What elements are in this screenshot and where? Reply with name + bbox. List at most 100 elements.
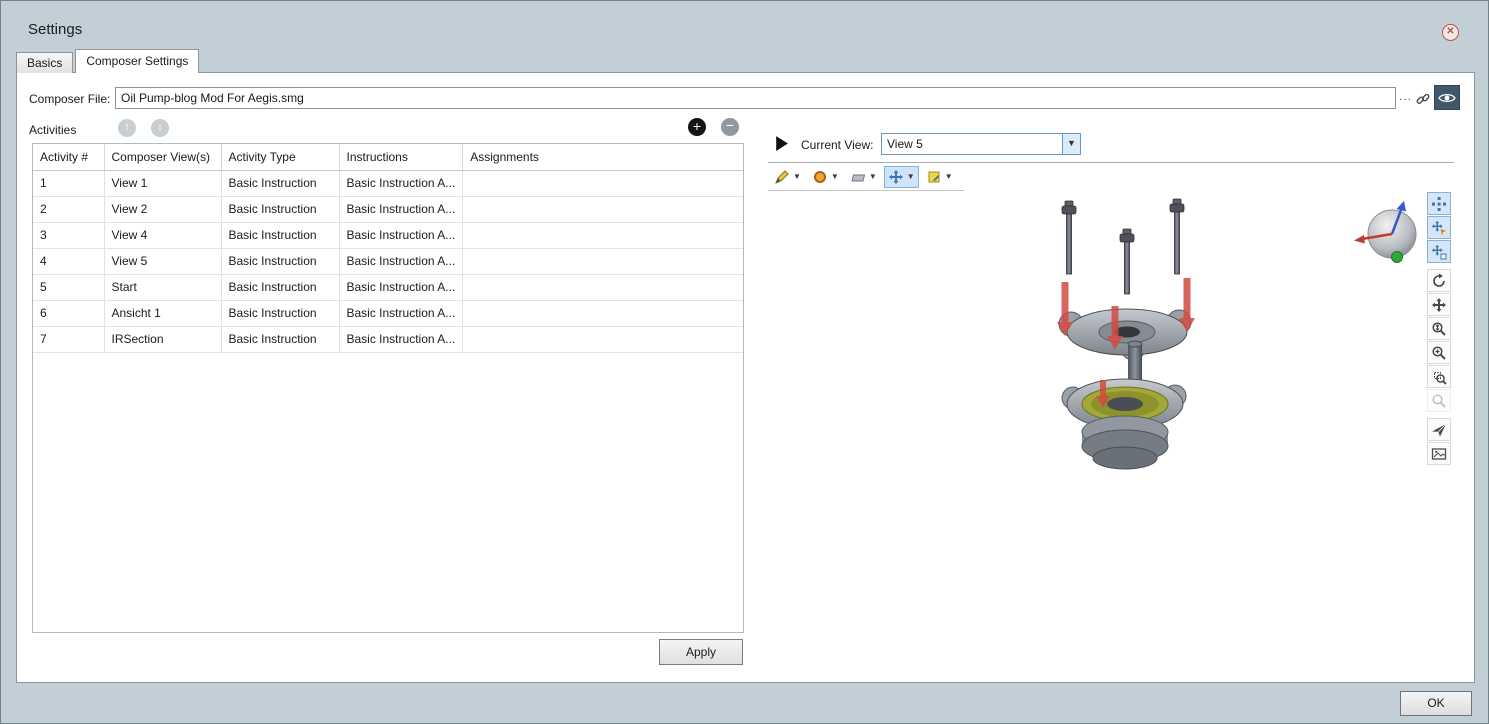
table-cell: Basic Instruction: [221, 222, 339, 248]
table-cell: Basic Instruction: [221, 274, 339, 300]
highlight-tool-button[interactable]: ▼: [922, 166, 957, 188]
table-cell: 7: [33, 326, 104, 352]
table-cell: View 1: [104, 170, 221, 196]
zoom-window-button[interactable]: [1427, 365, 1451, 388]
pan-view-icon: [1431, 297, 1447, 313]
zoom-in-button[interactable]: [1427, 341, 1451, 364]
add-activity-button[interactable]: +: [688, 118, 706, 136]
annotation-toolbar: ▼ ▼ ▼ ▼: [768, 165, 964, 191]
eye-icon: [1438, 92, 1456, 104]
browse-button[interactable]: ...: [1397, 87, 1414, 109]
table-cell: IRSection: [104, 326, 221, 352]
table-cell: View 4: [104, 222, 221, 248]
table-cell: Start: [104, 274, 221, 300]
column-header-activity-number[interactable]: Activity #: [33, 144, 104, 170]
table-cell: Basic Instruction A...: [339, 222, 463, 248]
select-manipulator-icon: [1431, 196, 1447, 212]
play-button[interactable]: [770, 132, 792, 154]
pen-tool-icon: [774, 169, 790, 185]
table-cell: Basic Instruction: [221, 326, 339, 352]
pen-tool-button[interactable]: ▼: [770, 166, 805, 188]
table-cell: 5: [33, 274, 104, 300]
shape-tool-button[interactable]: ▼: [808, 166, 843, 188]
table-cell: 2: [33, 196, 104, 222]
play-icon: [773, 135, 790, 152]
table-row[interactable]: 6Ansicht 1Basic InstructionBasic Instruc…: [33, 300, 743, 326]
move-tool-button[interactable]: ▼: [884, 166, 919, 188]
table-cell: [463, 300, 743, 326]
move-activity-up-button[interactable]: ↑: [118, 119, 136, 137]
table-cell: [463, 326, 743, 352]
table-cell: Basic Instruction: [221, 196, 339, 222]
table-row[interactable]: 5StartBasic InstructionBasic Instruction…: [33, 274, 743, 300]
table-row[interactable]: 2View 2Basic InstructionBasic Instructio…: [33, 196, 743, 222]
tab-basics[interactable]: Basics: [16, 52, 73, 73]
snapshot-button[interactable]: [1427, 442, 1451, 465]
remove-activity-button[interactable]: −: [721, 118, 739, 136]
pan-view-button[interactable]: [1427, 293, 1451, 316]
activities-label: Activities: [29, 123, 76, 137]
current-view-dropdown[interactable]: View 5 ▼: [881, 133, 1081, 155]
table-cell: View 2: [104, 196, 221, 222]
move-tool-icon: [888, 169, 904, 185]
snapshot-icon: [1431, 446, 1447, 462]
oil-pump-model: [1007, 194, 1247, 474]
column-header-assignments[interactable]: Assignments: [463, 144, 743, 170]
table-row[interactable]: 7IRSectionBasic InstructionBasic Instruc…: [33, 326, 743, 352]
table-cell: 4: [33, 248, 104, 274]
zoom-window-icon: [1431, 369, 1447, 385]
eraser-tool-icon: [850, 169, 866, 185]
table-cell: [463, 170, 743, 196]
column-header-activity-type[interactable]: Activity Type: [221, 144, 339, 170]
current-view-label: Current View:: [801, 138, 873, 152]
zoom-in-icon: [1431, 345, 1447, 361]
apply-button[interactable]: Apply: [659, 639, 743, 665]
table-cell: Basic Instruction: [221, 248, 339, 274]
table-cell: Basic Instruction A...: [339, 274, 463, 300]
view-navigation-toolbar: [1427, 192, 1453, 466]
table-cell: [463, 222, 743, 248]
zoom-fit-icon: [1431, 393, 1447, 409]
3d-viewport[interactable]: [768, 192, 1454, 682]
transform-manipulator-button[interactable]: [1427, 240, 1451, 263]
tab-strip: Basics Composer Settings: [16, 49, 201, 73]
shape-tool-icon: [812, 169, 828, 185]
link-icon[interactable]: [1414, 89, 1432, 108]
composer-settings-panel: Composer File: ... Activities ↑ ↓ + −: [16, 72, 1475, 683]
select-manipulator-button[interactable]: [1427, 192, 1451, 215]
rotate-view-icon: [1431, 273, 1447, 289]
rotate-view-button[interactable]: [1427, 269, 1451, 292]
orientation-sphere[interactable]: [1352, 200, 1424, 270]
activities-table: Activity # Composer View(s) Activity Typ…: [32, 143, 744, 633]
settings-window: Settings ✕ Basics Composer Settings Comp…: [0, 0, 1489, 724]
table-cell: [463, 274, 743, 300]
table-row[interactable]: 4View 5Basic InstructionBasic Instructio…: [33, 248, 743, 274]
table-cell: 1: [33, 170, 104, 196]
window-title: Settings: [28, 21, 82, 38]
preview-button[interactable]: [1434, 85, 1460, 110]
table-cell: Basic Instruction A...: [339, 326, 463, 352]
zoom-fit-button[interactable]: [1427, 389, 1451, 412]
move-activity-down-button[interactable]: ↓: [151, 119, 169, 137]
fly-through-button[interactable]: [1427, 418, 1451, 441]
column-header-instructions[interactable]: Instructions: [339, 144, 463, 170]
move-manipulator-icon: [1431, 220, 1447, 236]
table-cell: Basic Instruction: [221, 300, 339, 326]
table-cell: Basic Instruction: [221, 170, 339, 196]
ok-button[interactable]: OK: [1400, 691, 1472, 716]
move-manipulator-button[interactable]: [1427, 216, 1451, 239]
tab-composer-settings[interactable]: Composer Settings: [75, 49, 199, 73]
table-cell: 6: [33, 300, 104, 326]
table-cell: Ansicht 1: [104, 300, 221, 326]
eraser-tool-button[interactable]: ▼: [846, 166, 881, 188]
composer-file-input[interactable]: [115, 87, 1396, 109]
table-cell: 3: [33, 222, 104, 248]
fly-through-icon: [1431, 422, 1447, 438]
column-header-composer-views[interactable]: Composer View(s): [104, 144, 221, 170]
table-cell: [463, 196, 743, 222]
table-row[interactable]: 3View 4Basic InstructionBasic Instructio…: [33, 222, 743, 248]
zoom-view-button[interactable]: [1427, 317, 1451, 340]
close-icon[interactable]: ✕: [1442, 24, 1459, 41]
table-row[interactable]: 1View 1Basic InstructionBasic Instructio…: [33, 170, 743, 196]
chevron-down-icon[interactable]: ▼: [1062, 134, 1080, 154]
